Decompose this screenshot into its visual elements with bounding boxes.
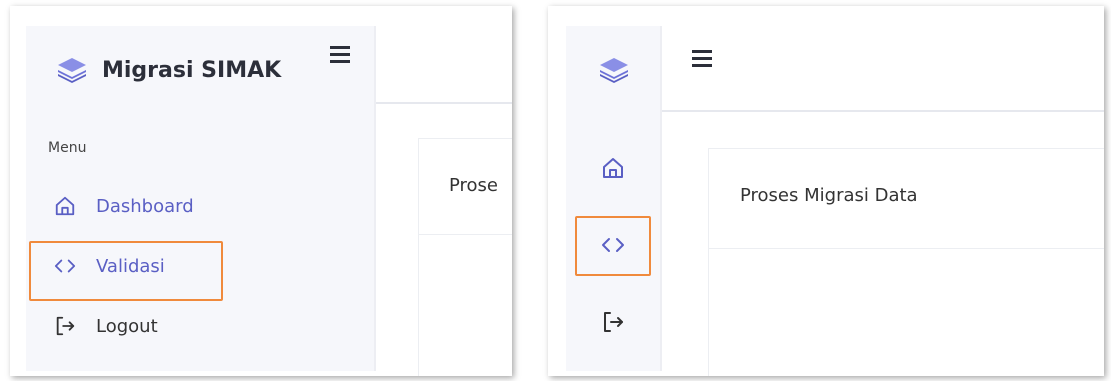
sidebar-item-dashboard[interactable]: Dashboard	[54, 195, 194, 217]
logout-icon[interactable]	[601, 310, 625, 334]
expanded-sidebar-screenshot: Migrasi SIMAK Menu Dashboard Validasi Lo	[10, 6, 512, 376]
collapsed-sidebar-screenshot: Proses Migrasi Data	[548, 6, 1104, 376]
sidebar-collapsed	[566, 26, 662, 371]
sidebar: Migrasi SIMAK Menu Dashboard Validasi Lo	[26, 26, 376, 371]
layers-logo-icon	[58, 58, 86, 83]
card-title: Prose	[449, 175, 499, 196]
highlight-box	[575, 216, 651, 276]
home-icon	[55, 196, 75, 216]
card-divider	[419, 234, 512, 235]
logout-icon	[56, 316, 75, 336]
topbar-divider	[376, 102, 512, 104]
home-icon[interactable]	[601, 156, 625, 180]
topbar-divider	[662, 110, 1104, 112]
content-card: Prose	[418, 138, 512, 376]
menu-section-title: Menu	[48, 140, 87, 156]
layers-logo-icon	[600, 58, 628, 83]
menu-toggle-button[interactable]	[692, 50, 712, 67]
card-divider	[709, 248, 1104, 249]
content-card: Proses Migrasi Data	[708, 148, 1104, 376]
sidebar-item-label: Logout	[96, 315, 158, 337]
highlight-box	[29, 241, 223, 301]
sidebar-item-label: Dashboard	[96, 195, 194, 217]
app-title: Migrasi SIMAK	[102, 57, 282, 83]
menu-toggle-button[interactable]	[330, 46, 350, 63]
sidebar-item-logout[interactable]: Logout	[54, 315, 158, 337]
card-title: Proses Migrasi Data	[740, 185, 918, 206]
brand[interactable]: Migrasi SIMAK	[56, 54, 281, 86]
